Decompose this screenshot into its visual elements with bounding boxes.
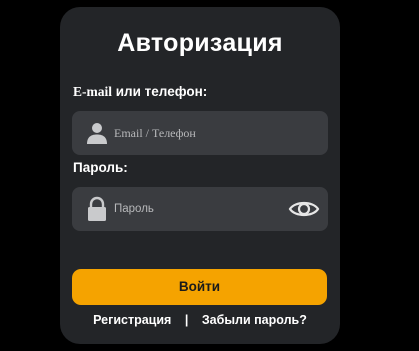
lock-icon — [88, 196, 106, 221]
email-label-prefix: E-mail — [73, 84, 112, 99]
links-separator: | — [184, 313, 189, 327]
login-button[interactable]: Войти — [72, 269, 327, 305]
register-link[interactable]: Регистрация — [93, 313, 171, 327]
page-title: Авторизация — [117, 29, 283, 57]
eye-icon[interactable] — [288, 196, 320, 222]
email-label: E-mail или телефон: — [73, 84, 207, 100]
email-label-rest: или телефон: — [112, 84, 208, 99]
forgot-password-link[interactable]: Забыли пароль? — [202, 313, 307, 327]
password-label: Пароль: — [73, 160, 128, 175]
password-input[interactable]: Пароль — [114, 187, 274, 231]
email-input[interactable]: Email / Телефон — [114, 111, 274, 155]
login-card: Авторизация E-mail или телефон: Email / … — [60, 7, 340, 344]
user-icon — [87, 123, 107, 144]
password-field[interactable]: Пароль — [72, 187, 328, 231]
email-field[interactable]: Email / Телефон — [72, 111, 328, 155]
footer-links: Регистрация | Забыли пароль? — [60, 313, 340, 327]
